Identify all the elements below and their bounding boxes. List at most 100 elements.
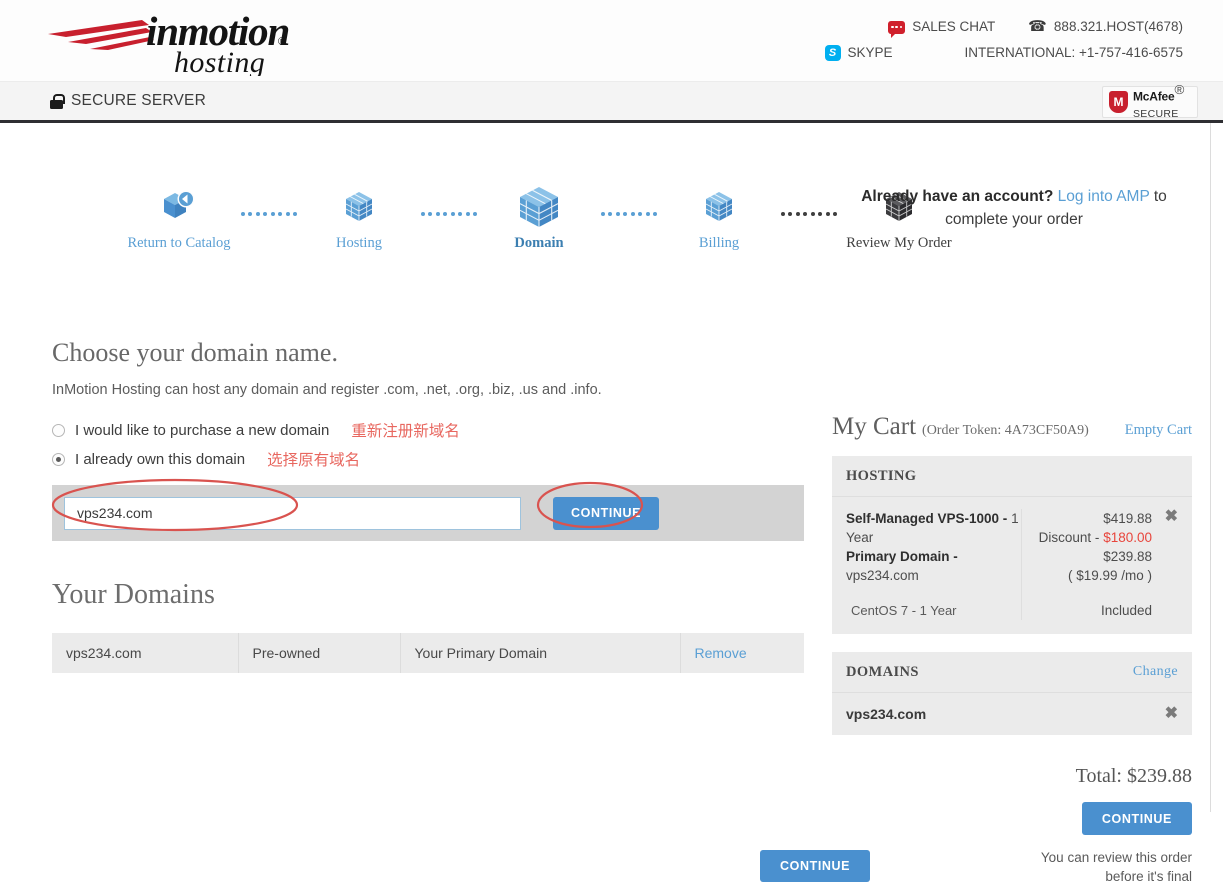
cart-title: My Cart (832, 413, 917, 440)
secure-server-band: SECURE SERVER M McAfee® SECURE (0, 82, 1223, 123)
cart-hosting-header: HOSTING (832, 456, 1192, 496)
secure-server-label: SECURE SERVER (71, 92, 206, 109)
skype-link[interactable]: S SKYPE (824, 40, 965, 66)
contact-row-sales: SALES CHAT ☎ 888.321.HOST(4678) (825, 14, 1183, 40)
cart-item-price: $419.88 (1103, 511, 1152, 526)
mcafee-reg-mark: ® (1174, 81, 1185, 97)
table-row: vps234.com Pre-owned Your Primary Domain… (52, 633, 804, 673)
review-note-line1: You can review this order (1040, 850, 1192, 865)
skype-icon: S (824, 45, 841, 61)
review-note-line2: before it's final (1105, 869, 1192, 884)
cart-item-subtotal: $239.88 (1103, 549, 1152, 564)
domain-search-continue-button[interactable]: CONTINUE (553, 496, 660, 530)
step-return-to-catalog[interactable]: Return to Catalog (120, 185, 238, 252)
account-note-prefix: Already have an account? (861, 188, 1054, 205)
mcafee-shield-icon: M (1109, 91, 1128, 113)
cart-item-discount-amount: $180.00 (1103, 530, 1152, 545)
sales-chat-link[interactable]: SALES CHAT (888, 14, 1028, 40)
domain-selection-panel: Choose your domain name. InMotion Hostin… (52, 338, 871, 882)
already-have-account-note: Already have an account? Log into AMP to… (836, 185, 1192, 231)
secure-server-indicator: SECURE SERVER (50, 82, 206, 120)
option-own-domain[interactable]: I already own this domain 选择原有域名 (52, 447, 804, 471)
step-label: Domain (514, 235, 564, 251)
change-domain-link[interactable]: Change (1133, 664, 1178, 680)
radio-new-domain[interactable] (52, 423, 65, 437)
cart-domain-row: vps234.com ✖ (832, 692, 1192, 735)
cart-domain-name: vps234.com (846, 706, 927, 722)
svg-text:®: ® (278, 36, 286, 48)
cart-item-os: CentOS 7 - 1 Year (851, 603, 957, 618)
cart-item-discount-label: Discount - (1038, 530, 1100, 545)
cart-continue-wrap: CONTINUE (832, 802, 1192, 835)
cart-review-note: You can review this order before it's fi… (832, 848, 1192, 886)
cart-continue-button[interactable]: CONTINUE (1081, 802, 1192, 835)
mcafee-secure-badge[interactable]: M McAfee® SECURE (1102, 82, 1198, 119)
step-label: Return to Catalog (127, 235, 231, 251)
mcafee-secure-word: SECURE (1133, 107, 1179, 120)
cart-total: Total: $239.88 (1075, 765, 1192, 787)
cart-item-primary-domain: vps234.com (846, 568, 919, 583)
mcafee-badge-text: McAfee® SECURE (1133, 81, 1185, 122)
phone-block[interactable]: ☎ 888.321.HOST(4678) (1028, 14, 1183, 40)
option-new-domain-label: I would like to purchase a new domain (75, 421, 330, 439)
phone-number: 888.321.HOST(4678) (1053, 19, 1183, 34)
cart-domains-header: DOMAINS Change (832, 652, 1192, 692)
annotation-new-domain: 重新注册新域名 (351, 422, 460, 440)
step-domain[interactable]: Domain (480, 185, 598, 252)
your-domains-heading: Your Domains (52, 579, 215, 610)
empty-cart-link[interactable]: Empty Cart (1125, 422, 1192, 439)
log-into-amp-link[interactable]: Log into AMP (1058, 188, 1150, 205)
sales-chat-label: SALES CHAT (912, 19, 996, 34)
header-contact-block: SALES CHAT ☎ 888.321.HOST(4678) S SKYPE … (824, 14, 1183, 66)
hosting-cube-icon (343, 185, 375, 229)
step-label: Hosting (336, 235, 382, 251)
phone-icon: ☎ (1028, 18, 1047, 35)
close-icon[interactable]: ✖ (1156, 509, 1178, 620)
cart-item-name: Self-Managed VPS-1000 - (846, 511, 1008, 526)
step-connector-4 (778, 212, 840, 216)
domain-input[interactable] (64, 496, 521, 530)
step-label: Billing (698, 235, 740, 251)
skype-label: SKYPE (847, 45, 893, 60)
cell-role: Your Primary Domain (400, 633, 681, 673)
cart-item-pricing: $419.88 Discount - $180.00 $239.88 ( $19… (1021, 509, 1156, 620)
radio-own-domain[interactable] (52, 452, 65, 466)
cart-item-discount-row: Discount - $180.00 (1032, 528, 1152, 547)
remove-domain-link[interactable]: Remove (695, 645, 747, 661)
cart-item-hosting: Self-Managed VPS-1000 - 1 Year Primary D… (832, 496, 1192, 634)
international-phone[interactable]: INTERNATIONAL: +1-757-416-6575 (965, 40, 1183, 66)
step-hosting[interactable]: Hosting (300, 185, 418, 252)
cart-order-token: (Order Token: 4A73CF50A9) (922, 423, 1089, 438)
cell-type: Pre-owned (238, 633, 401, 673)
account-note-suffix: complete your order (945, 211, 1083, 228)
page-subtitle: InMotion Hosting can host any domain and… (52, 382, 602, 398)
step-connector-3 (598, 212, 660, 216)
svg-text:hosting: hosting (174, 46, 265, 76)
domain-cube-icon (516, 185, 562, 229)
domain-option-group: I would like to purchase a new domain 重新… (52, 418, 804, 471)
checkout-progress-steps: Return to Catalog Hosting Domain Billing… (120, 185, 958, 252)
logo-graphic: inmotion ® hosting (48, 8, 290, 76)
option-new-domain[interactable]: I would like to purchase a new domain 重新… (52, 418, 804, 442)
site-header: inmotion ® hosting SALES CHAT ☎ 888.321.… (0, 0, 1223, 82)
my-cart-panel: My Cart (Order Token: 4A73CF50A9) Empty … (832, 413, 1192, 886)
cell-domain: vps234.com (52, 633, 239, 673)
cell-action: Remove (680, 633, 804, 673)
inmotion-logo[interactable]: inmotion ® hosting (46, 6, 306, 76)
account-note-middle: to (1153, 188, 1167, 205)
domain-search-bar: CONTINUE (52, 485, 804, 541)
cart-item-description: Self-Managed VPS-1000 - 1 Year Primary D… (846, 509, 1021, 620)
mcafee-name: McAfee (1133, 88, 1175, 103)
annotation-own-domain: 选择原有域名 (267, 451, 361, 469)
step-connector-2 (418, 212, 480, 216)
cart-item-monthly: ( $19.99 /mo ) (1067, 568, 1152, 583)
option-own-domain-label: I already own this domain (75, 450, 246, 468)
international-label: INTERNATIONAL: +1-757-416-6575 (964, 45, 1183, 60)
close-icon[interactable]: ✖ (1156, 706, 1178, 722)
step-billing[interactable]: Billing (660, 185, 778, 252)
your-domains-table: vps234.com Pre-owned Your Primary Domain… (52, 633, 804, 673)
checkout-page: Return to Catalog Hosting Domain Billing… (0, 123, 1211, 884)
step-label: Review My Order (846, 235, 952, 251)
cart-item-primary-label: Primary Domain - (846, 549, 958, 564)
return-cube-icon (160, 185, 198, 229)
